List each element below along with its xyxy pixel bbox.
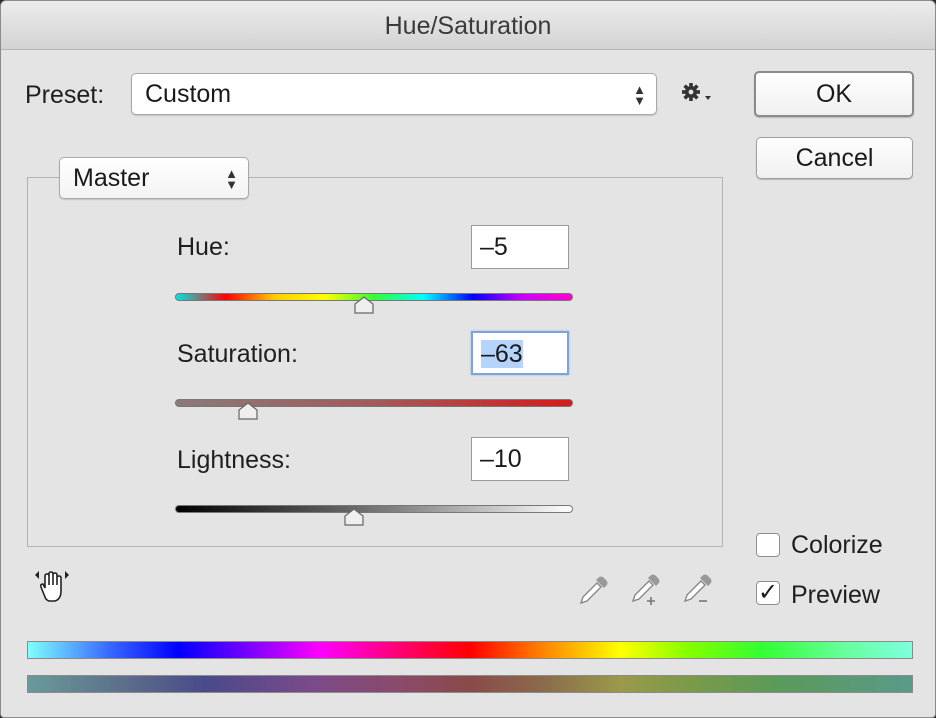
eyedropper-icon[interactable] [577,573,611,607]
eyedropper-subtract-icon[interactable] [681,573,715,607]
gear-icon[interactable] [681,81,715,105]
colorize-label[interactable]: Colorize [791,531,883,560]
preset-select-value: Custom [145,80,232,108]
preset-select[interactable]: Custom ▲ ▼ [131,73,657,115]
lightness-input[interactable]: –10 [471,437,569,481]
hue-saturation-dialog: Hue/Saturation Preset: Custom ▲ ▼ OK Canc… [0,0,936,718]
lightness-slider-track[interactable] [175,505,573,513]
preview-checkbox[interactable]: ✓ [756,581,780,605]
checkmark-icon: ✓ [757,579,779,606]
hue-input[interactable]: –5 [471,225,569,269]
window-title: Hue/Saturation [1,1,935,50]
adjustment-group [27,177,723,547]
hue-label: Hue: [177,233,230,261]
preview-label[interactable]: Preview [791,581,880,610]
preset-label: Preset: [25,81,105,109]
channel-select[interactable]: Master ▲ ▼ [59,157,249,199]
hand-icon[interactable] [33,567,71,605]
cancel-button[interactable]: Cancel [756,137,913,179]
up-down-arrows-icon: ▲ ▼ [633,82,646,108]
hue-slider-thumb[interactable] [353,296,375,314]
ok-button[interactable]: OK [754,71,914,117]
saturation-value: –63 [481,340,523,368]
eyedropper-add-icon[interactable] [629,573,663,607]
saturation-label: Saturation: [177,340,298,368]
saturation-slider-thumb[interactable] [237,402,259,420]
colorize-checkbox[interactable] [756,533,780,557]
lightness-label: Lightness: [177,446,291,474]
input-color-bar [27,641,913,659]
lightness-slider-thumb[interactable] [343,508,365,526]
saturation-input[interactable]: –63 [471,331,569,375]
output-color-bar [27,675,913,693]
up-down-arrows-icon: ▲ ▼ [225,166,238,192]
saturation-slider-track[interactable] [175,399,573,407]
channel-select-value: Master [73,164,150,192]
